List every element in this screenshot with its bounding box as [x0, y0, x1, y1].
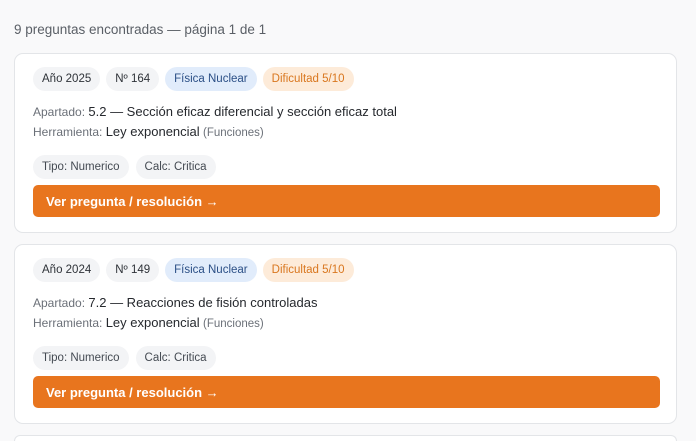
- year-badge: Año 2025: [33, 67, 101, 91]
- type-tag: Tipo: Numerico: [33, 346, 129, 370]
- card-tags: Tipo: Numerico Calc: Critica: [33, 346, 216, 370]
- section-value: 5.2 — Sección eficaz diferencial y secci…: [88, 104, 397, 119]
- tool-value: Ley exponencial: [105, 315, 200, 330]
- tool-category: (Funciones): [203, 318, 264, 330]
- card-badges: Año 2024 Nº 149 Física Nuclear Dificulta…: [33, 258, 354, 282]
- card-tags: Tipo: Numerico Calc: Critica: [33, 155, 216, 179]
- tool-label: Herramienta:: [33, 125, 103, 139]
- question-card: Año 2024 Nº 149 Física Nuclear Dificulta…: [14, 244, 677, 424]
- card-badges: Año 2025 Nº 164 Física Nuclear Dificulta…: [33, 67, 354, 91]
- tool-category: (Funciones): [203, 127, 264, 139]
- number-badge: Nº 149: [106, 258, 160, 282]
- calc-tag: Calc: Critica: [135, 346, 216, 370]
- section-label: Apartado:: [33, 296, 86, 310]
- difficulty-badge: Dificultad 5/10: [262, 67, 354, 91]
- calc-tag: Calc: Critica: [135, 155, 216, 179]
- tool-label: Herramienta:: [33, 316, 103, 330]
- section-line: Apartado: 5.2 — Sección eficaz diferenci…: [33, 104, 397, 119]
- tool-line: Herramienta: Ley exponencial (Funciones): [33, 124, 264, 139]
- view-question-button[interactable]: Ver pregunta / resolución →: [33, 376, 660, 408]
- section-line: Apartado: 7.2 — Reacciones de fisión con…: [33, 295, 317, 310]
- view-question-button[interactable]: Ver pregunta / resolución →: [33, 185, 660, 217]
- tool-value: Ley exponencial: [105, 124, 200, 139]
- difficulty-badge: Dificultad 5/10: [262, 258, 354, 282]
- question-card: [14, 435, 677, 441]
- topic-badge: Física Nuclear: [165, 67, 257, 91]
- results-summary: 9 preguntas encontradas — página 1 de 1: [14, 22, 267, 37]
- topic-badge: Física Nuclear: [165, 258, 257, 282]
- question-card: Año 2025 Nº 164 Física Nuclear Dificulta…: [14, 53, 677, 233]
- number-badge: Nº 164: [106, 67, 160, 91]
- section-value: 7.2 — Reacciones de fisión controladas: [88, 295, 318, 310]
- tool-line: Herramienta: Ley exponencial (Funciones): [33, 315, 264, 330]
- section-label: Apartado:: [33, 105, 86, 119]
- year-badge: Año 2024: [33, 258, 101, 282]
- type-tag: Tipo: Numerico: [33, 155, 129, 179]
